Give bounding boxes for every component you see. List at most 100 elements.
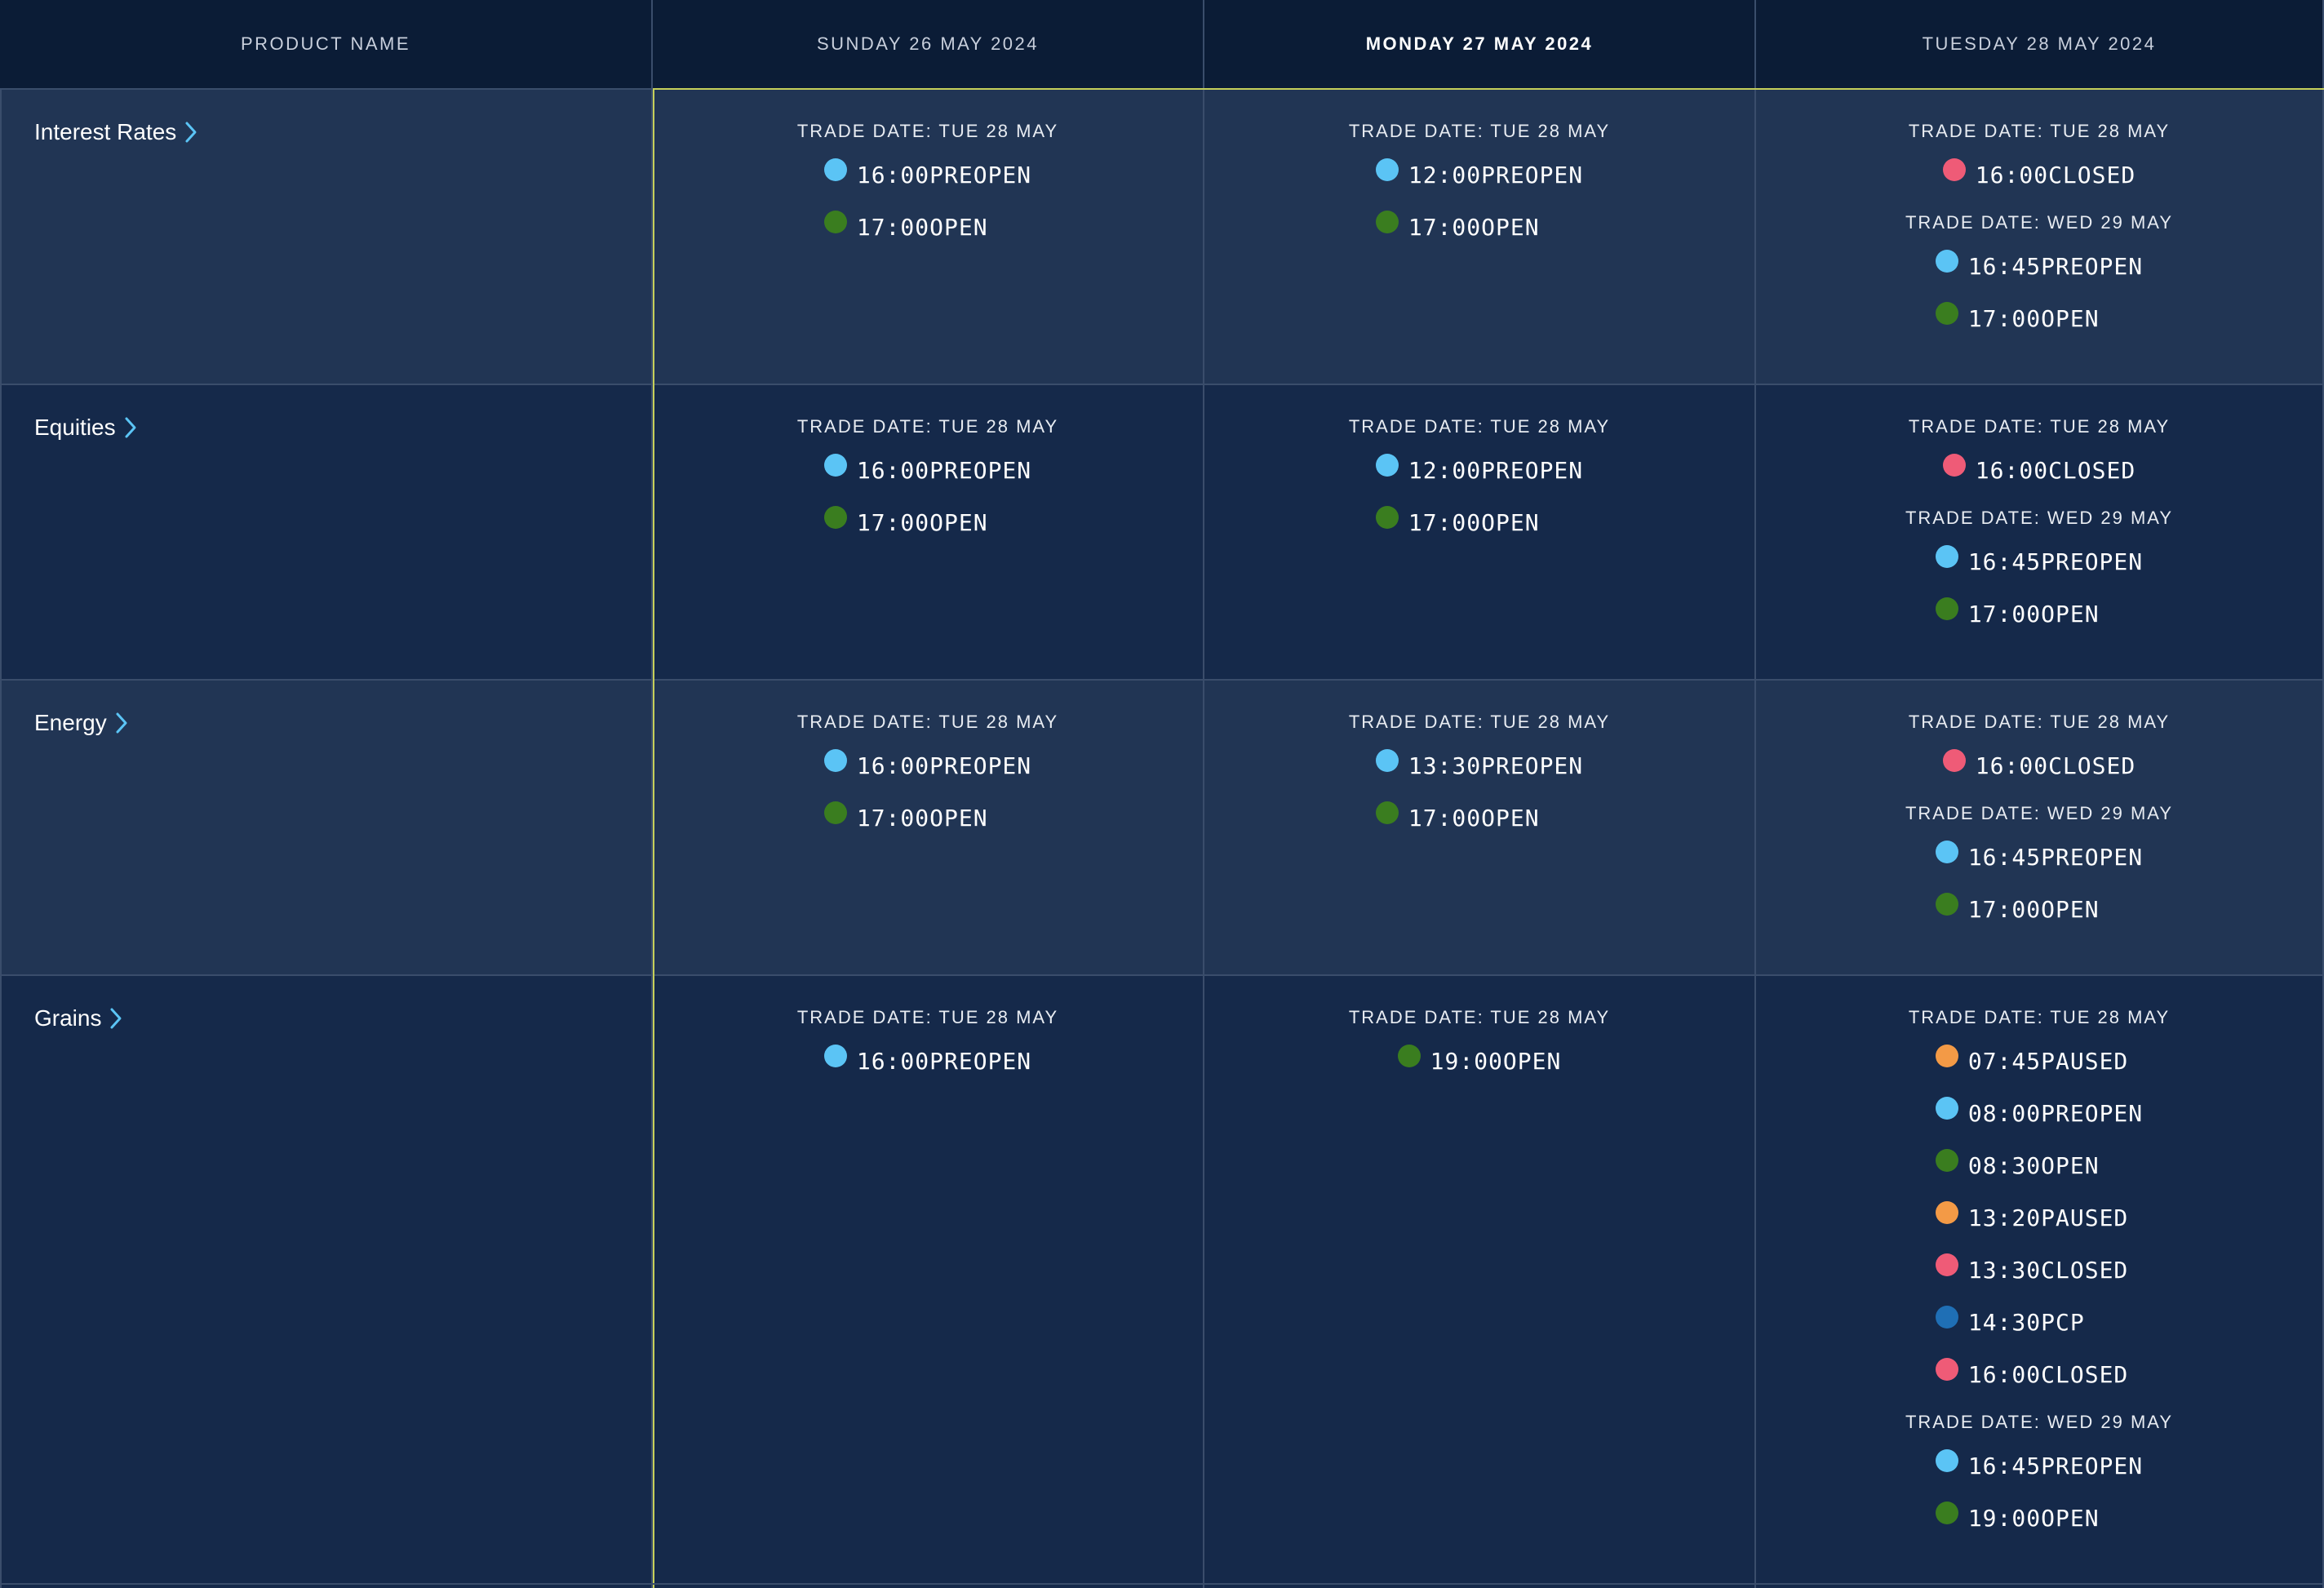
event-status: PREOPEN xyxy=(929,752,1031,779)
event-status: OPEN xyxy=(1481,509,1539,536)
event-time: 16:00 xyxy=(1968,1361,2041,1388)
event-time: 17:00 xyxy=(1968,305,2041,332)
event-time: 08:00 xyxy=(1968,1100,2041,1127)
chevron-right-icon xyxy=(122,416,139,439)
product-link[interactable]: Equities xyxy=(34,415,139,441)
product-name: Interest Rates xyxy=(34,119,176,145)
event-list: 16:45 PREOPEN19:00 OPEN xyxy=(1936,1439,2143,1544)
product-row-name-cell: Equities xyxy=(0,384,653,679)
session-event: 17:00 OPEN xyxy=(824,201,988,253)
session-event: 16:00 CLOSED xyxy=(1943,149,2136,201)
event-time: 16:45 xyxy=(1968,1453,2041,1479)
table-bottom-divider xyxy=(0,1583,2324,1585)
event-status: PREOPEN xyxy=(1481,752,1583,779)
event-time: 13:20 xyxy=(1968,1204,2041,1231)
trade-date-group: TRADE DATE: TUE 28 MAY 16:00 CLOSED xyxy=(1909,121,2170,201)
session-event: 12:00 PREOPEN xyxy=(1376,444,1583,496)
status-dot-icon xyxy=(1936,1097,1958,1120)
event-status: OPEN xyxy=(2041,1152,2099,1179)
event-status: CLOSED xyxy=(2048,457,2136,484)
product-link[interactable]: Interest Rates xyxy=(34,119,199,145)
trade-date-group: TRADE DATE: TUE 28 MAY16:00 PREOPEN xyxy=(797,1007,1058,1087)
event-time: 16:00 xyxy=(857,1048,929,1075)
trade-date-group: TRADE DATE: WED 29 MAY16:45 PREOPEN17:00… xyxy=(1905,508,2173,640)
event-time: 19:00 xyxy=(1430,1048,1503,1075)
event-status: OPEN xyxy=(929,509,987,536)
trade-date-label: TRADE DATE: TUE 28 MAY xyxy=(1909,121,2170,142)
header-day: TUESDAY 28 MAY 2024 xyxy=(1756,0,2324,88)
event-list: 13:30 PREOPEN17:00 OPEN xyxy=(1376,739,1583,844)
product-row-name-cell: Energy xyxy=(0,679,653,974)
day-schedule-cell: TRADE DATE: TUE 28 MAY 12:00 PREOPEN17:00… xyxy=(1204,88,1756,384)
event-status: PREOPEN xyxy=(2041,1100,2143,1127)
session-event: 13:30 CLOSED xyxy=(1936,1244,2128,1296)
product-row-name-cell: Interest Rates xyxy=(0,88,653,384)
session-event: 16:00 PREOPEN xyxy=(824,149,1031,201)
trade-date-group: TRADE DATE: TUE 28 MAY16:00 PREOPEN17:00… xyxy=(797,416,1058,548)
session-event: 16:00 CLOSED xyxy=(1943,444,2136,496)
status-dot-icon xyxy=(1376,211,1399,233)
session-event: 17:00 OPEN xyxy=(1936,292,2100,344)
session-event: 16:45 PREOPEN xyxy=(1936,535,2143,588)
event-time: 16:00 xyxy=(857,752,929,779)
day-schedule-cell: TRADE DATE: TUE 28 MAY07:45 PAUSED08:00 … xyxy=(1756,974,2324,1588)
trade-date-label: TRADE DATE: WED 29 MAY xyxy=(1905,212,2173,233)
session-event: 16:45 PREOPEN xyxy=(1936,240,2143,292)
trade-date-label: TRADE DATE: WED 29 MAY xyxy=(1905,508,2173,529)
event-list: 12:00 PREOPEN17:00 OPEN xyxy=(1376,149,1583,253)
event-time: 16:00 xyxy=(857,457,929,484)
session-event: 17:00 OPEN xyxy=(1376,201,1540,253)
event-status: PREOPEN xyxy=(929,162,1031,189)
event-time: 12:00 xyxy=(1408,162,1481,189)
event-list: 16:00 CLOSED xyxy=(1943,739,2136,792)
trade-date-group: TRADE DATE: TUE 28 MAY16:00 PREOPEN17:00… xyxy=(797,712,1058,844)
event-list: 16:00 PREOPEN17:00 OPEN xyxy=(824,739,1031,844)
event-time: 17:00 xyxy=(1408,214,1481,241)
event-status: PREOPEN xyxy=(1481,457,1583,484)
event-time: 07:45 xyxy=(1968,1048,2041,1075)
product-link[interactable]: Energy xyxy=(34,710,130,736)
trade-date-group: TRADE DATE: TUE 28 MAY07:45 PAUSED08:00 … xyxy=(1909,1007,2170,1400)
status-dot-icon xyxy=(1936,1358,1958,1381)
session-event: 13:20 PAUSED xyxy=(1936,1191,2128,1244)
trade-date-label: TRADE DATE: TUE 28 MAY xyxy=(1349,121,1610,142)
event-status: PAUSED xyxy=(2041,1204,2128,1231)
event-list: 16:00 CLOSED xyxy=(1943,444,2136,496)
event-list: 16:45 PREOPEN17:00 OPEN xyxy=(1936,831,2143,935)
trade-date-label: TRADE DATE: TUE 28 MAY xyxy=(1349,1007,1610,1028)
chevron-right-icon xyxy=(108,1007,124,1030)
status-dot-icon xyxy=(824,749,847,772)
status-dot-icon xyxy=(1943,454,1966,477)
header-day: SUNDAY 26 MAY 2024 xyxy=(653,0,1204,88)
event-status: PREOPEN xyxy=(2041,1453,2143,1479)
status-dot-icon xyxy=(1936,597,1958,620)
event-time: 19:00 xyxy=(1968,1505,2041,1532)
status-dot-icon xyxy=(1936,841,1958,863)
product-link[interactable]: Grains xyxy=(34,1005,124,1031)
session-event: 16:00 CLOSED xyxy=(1943,739,2136,792)
status-dot-icon xyxy=(1936,545,1958,568)
session-event: 13:30 PREOPEN xyxy=(1376,739,1583,792)
trade-date-group: TRADE DATE: TUE 28 MAY16:00 PREOPEN17:00… xyxy=(797,121,1058,253)
status-dot-icon xyxy=(824,801,847,824)
status-dot-icon xyxy=(824,158,847,181)
event-time: 12:00 xyxy=(1408,457,1481,484)
trade-date-label: TRADE DATE: WED 29 MAY xyxy=(1905,1412,2173,1433)
session-event: 16:00 PREOPEN xyxy=(824,739,1031,792)
status-dot-icon xyxy=(1376,158,1399,181)
trade-date-group: TRADE DATE: WED 29 MAY 16:45 PREOPEN19:00… xyxy=(1905,1412,2173,1544)
event-time: 16:45 xyxy=(1968,253,2041,280)
trade-date-group: TRADE DATE: TUE 28 MAY 12:00 PREOPEN17:00… xyxy=(1349,121,1610,253)
trade-date-label: TRADE DATE: TUE 28 MAY xyxy=(797,1007,1058,1028)
trade-date-group: TRADE DATE: WED 29 MAY16:45 PREOPEN17:00… xyxy=(1905,212,2173,344)
session-event: 16:00 PREOPEN xyxy=(824,444,1031,496)
status-dot-icon xyxy=(1376,749,1399,772)
chevron-right-icon xyxy=(113,712,130,734)
event-time: 17:00 xyxy=(1408,805,1481,832)
event-time: 17:00 xyxy=(857,509,929,536)
status-dot-icon xyxy=(824,506,847,529)
event-status: CLOSED xyxy=(2041,1257,2128,1284)
status-dot-icon xyxy=(824,454,847,477)
header-product-name: PRODUCT NAME xyxy=(0,0,653,88)
event-list: 16:00 PREOPEN17:00 OPEN xyxy=(824,149,1031,253)
